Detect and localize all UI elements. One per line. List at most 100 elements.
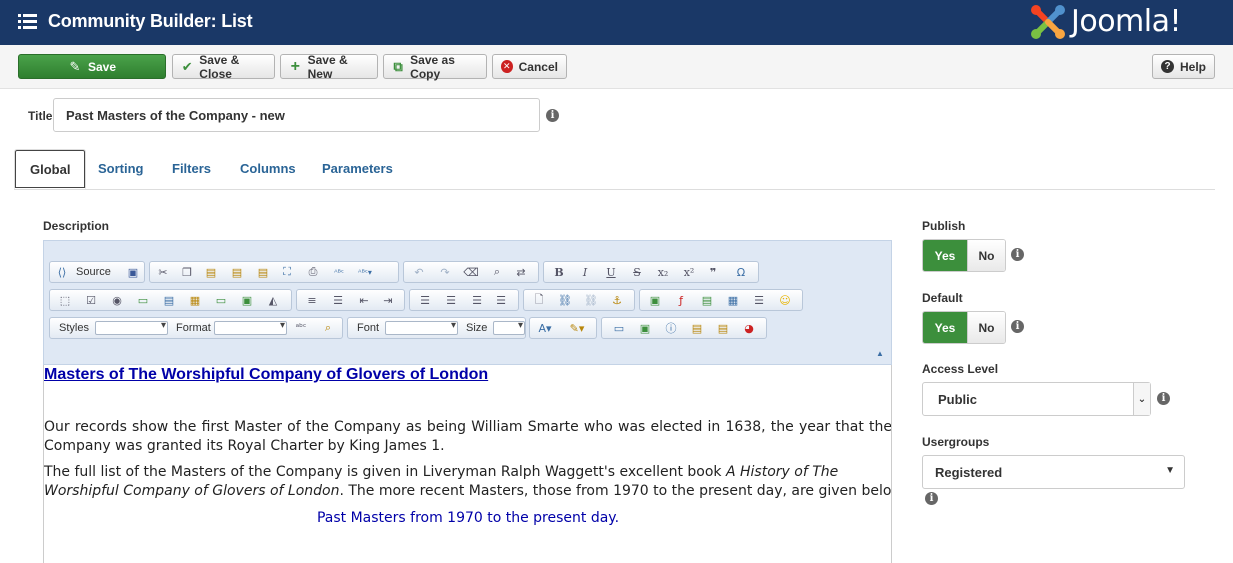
info-icon[interactable]: i <box>1011 248 1024 261</box>
radio-icon[interactable]: ◉ <box>110 293 124 307</box>
checkbox-icon[interactable]: ☑ <box>84 293 98 307</box>
document-icon[interactable]: ▤ <box>700 293 714 307</box>
save-close-button[interactable]: ✔ Save & Close <box>172 53 275 81</box>
copy-format-icon[interactable]: ▤ <box>716 321 730 335</box>
special-char-icon[interactable]: Ω <box>734 265 748 279</box>
button-field-icon[interactable]: ▭ <box>214 293 228 307</box>
table-icon[interactable]: ▦ <box>726 293 740 307</box>
textarea-icon[interactable]: ▤ <box>162 293 176 307</box>
info-icon[interactable]: i <box>1157 392 1170 405</box>
tab-columns[interactable]: Columns <box>225 149 311 190</box>
image-icon[interactable]: ▣ <box>648 293 662 307</box>
text-color-icon[interactable]: A▾ <box>534 321 556 335</box>
strike-icon[interactable]: S <box>630 265 644 279</box>
page-title: Community Builder: List <box>48 11 253 31</box>
save-new-button[interactable]: + Save & New <box>280 53 378 81</box>
info-icon[interactable]: i <box>925 492 938 505</box>
size-select[interactable] <box>493 320 525 335</box>
bold-icon[interactable]: B <box>552 265 566 279</box>
editor-toolbar: ⟨⟩ Source ▣ ✂ ❐ ▤ ▤ ▤ ⛶ ⎙ ᴬᴮᶜ ᴬᴮᶜ▾ ↶ ↷ ⌫… <box>43 240 892 365</box>
zoom-icon[interactable]: ⌕ <box>321 321 335 335</box>
paste-icon[interactable]: ▤ <box>204 265 218 279</box>
tab-parameters[interactable]: Parameters <box>307 149 408 190</box>
indent-icon[interactable]: ⇥ <box>381 293 395 307</box>
about-icon[interactable]: ⓘ <box>664 321 678 335</box>
publish-no-button[interactable]: No <box>967 240 1005 271</box>
replace-icon[interactable]: ⇄ <box>514 265 528 279</box>
textfield-icon[interactable]: ▭ <box>136 293 150 307</box>
toolbar-group-basic: B I U S x₂ x² ❞ Ω <box>543 261 759 283</box>
access-level-select[interactable]: Public ⌄ <box>922 382 1151 416</box>
eraser-icon[interactable]: ⌫ <box>463 265 479 279</box>
toolbar-group-forms: ⬚ ☑ ◉ ▭ ▤ ▦ ▭ ▣ ◭ <box>49 289 292 311</box>
subscript-icon[interactable]: x₂ <box>656 265 670 279</box>
hidden-field-icon[interactable]: ◭ <box>266 293 280 307</box>
smiley-icon[interactable]: ☺ <box>778 293 792 307</box>
save-doc-icon[interactable]: ▣ <box>126 265 140 279</box>
collapse-toolbar-icon[interactable]: ▲ <box>876 349 884 358</box>
default-no-button[interactable]: No <box>967 312 1005 343</box>
show-blocks-icon[interactable]: ᵃᵇᶜ <box>294 321 308 335</box>
unlink-icon[interactable]: ⛓ <box>584 293 598 307</box>
usergroups-select[interactable]: Registered ▼ <box>922 455 1185 489</box>
copy-icon[interactable]: ❐ <box>180 265 194 279</box>
default-label: Default <box>922 291 963 305</box>
paste-text-icon[interactable]: ▤ <box>230 265 244 279</box>
editor-content[interactable]: Masters of The Worshipful Company of Glo… <box>43 365 892 563</box>
paste-word-icon[interactable]: ▤ <box>256 265 270 279</box>
undo-icon[interactable]: ↶ <box>412 265 426 279</box>
flash-icon[interactable]: ƒ <box>674 293 688 307</box>
format-select[interactable] <box>214 320 287 335</box>
spellcheck-icon[interactable]: ᴬᴮᶜ <box>332 265 346 279</box>
horizontal-rule-icon[interactable]: ☰ <box>752 293 766 307</box>
align-justify-icon[interactable]: ☰ <box>494 293 508 307</box>
tab-sorting[interactable]: Sorting <box>83 149 159 190</box>
outdent-icon[interactable]: ⇤ <box>357 293 371 307</box>
preview-icon[interactable]: ▣ <box>638 321 652 335</box>
save-copy-button[interactable]: ⧉ Save as Copy <box>383 53 487 81</box>
maximize-icon[interactable]: ▭ <box>612 321 626 335</box>
redo-icon[interactable]: ↷ <box>438 265 452 279</box>
tab-filters[interactable]: Filters <box>157 149 226 190</box>
source-icon[interactable]: ⟨⟩ <box>55 265 69 279</box>
find-icon[interactable]: ⌕ <box>490 265 504 279</box>
title-input[interactable] <box>53 98 540 132</box>
template-icon[interactable]: ▤ <box>690 321 704 335</box>
bulleted-list-icon[interactable]: ☰ <box>331 293 345 307</box>
color-wheel-icon[interactable]: ◕ <box>742 321 756 335</box>
select-field-icon[interactable]: ▦ <box>188 293 202 307</box>
superscript-icon[interactable]: x² <box>682 265 696 279</box>
joomla-wordmark: Joomla! <box>1071 4 1182 39</box>
info-icon[interactable]: i <box>1011 320 1024 333</box>
align-center-icon[interactable]: ☰ <box>444 293 458 307</box>
save-button[interactable]: ✎ Save <box>18 54 166 79</box>
font-select[interactable] <box>385 320 458 335</box>
toolbar-group-font: Font Size <box>347 317 526 339</box>
link-icon[interactable]: ⛓ <box>558 293 572 307</box>
align-left-icon[interactable]: ☰ <box>418 293 432 307</box>
image-button-icon[interactable]: ▣ <box>240 293 254 307</box>
form-icon[interactable]: ⬚ <box>58 293 72 307</box>
italic-icon[interactable]: I <box>578 265 592 279</box>
select-all-icon[interactable]: ⛶ <box>280 265 294 279</box>
align-right-icon[interactable]: ☰ <box>470 293 484 307</box>
info-icon[interactable]: i <box>546 109 559 122</box>
default-yes-button[interactable]: Yes <box>923 312 967 343</box>
toolbar-group-document: ⟨⟩ Source ▣ <box>49 261 145 283</box>
page-icon[interactable]: 🗋 <box>532 293 546 307</box>
numbered-list-icon[interactable]: ≡ <box>305 293 319 307</box>
anchor-icon[interactable]: ⚓ <box>610 293 624 307</box>
spellcheck-dropdown-icon[interactable]: ᴬᴮᶜ▾ <box>358 265 372 279</box>
cut-icon[interactable]: ✂ <box>156 265 170 279</box>
background-color-icon[interactable]: ✎▾ <box>566 321 588 335</box>
cancel-button[interactable]: ✕ Cancel <box>492 54 567 79</box>
help-button[interactable]: ? Help <box>1152 54 1215 79</box>
underline-icon[interactable]: U <box>604 265 618 279</box>
tab-global[interactable]: Global <box>14 149 87 189</box>
publish-yes-button[interactable]: Yes <box>923 240 967 271</box>
blockquote-icon[interactable]: ❞ <box>706 265 720 279</box>
source-button[interactable]: Source <box>76 266 111 278</box>
print-icon[interactable]: ⎙ <box>306 265 320 279</box>
publish-toggle: Yes No <box>922 239 1006 272</box>
styles-select[interactable] <box>95 320 168 335</box>
